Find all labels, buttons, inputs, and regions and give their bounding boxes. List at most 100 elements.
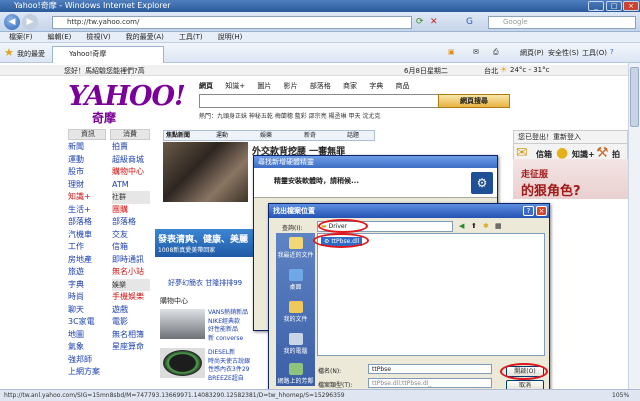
shop-link[interactable]: DIESEL新	[208, 349, 256, 358]
print-icon[interactable]: ⎙	[493, 48, 499, 57]
feed-icon[interactable]: ▣	[448, 48, 455, 56]
shop-link[interactable]: BREEZE超自	[208, 375, 256, 384]
news-tab[interactable]: 新奇	[304, 131, 316, 140]
search-tab[interactable]: 知識+	[225, 82, 245, 90]
place-desktop[interactable]: 桌面	[276, 269, 315, 291]
nav-link[interactable]: 無名小站	[112, 266, 150, 279]
nav-link[interactable]: 3C家電	[68, 316, 104, 329]
search-tab[interactable]: 商品	[396, 82, 410, 90]
promo-banner[interactable]: 發表清爽、健康、美麗 1008新真愛美帶回家	[155, 229, 265, 257]
news-photo[interactable]	[163, 142, 248, 202]
view-menu-icon[interactable]: ▦	[495, 222, 502, 230]
nav-link[interactable]: 交友	[112, 229, 150, 242]
nav-link[interactable]: 時尚	[68, 291, 104, 304]
filetype-select[interactable]: ttPbse.dll;ttPbse.dl_	[368, 378, 492, 388]
place-computer[interactable]: 我的電腦	[276, 333, 315, 355]
place-documents[interactable]: 我的文件	[276, 301, 315, 323]
fun-link[interactable]: 好夢幻簡衣 甘隆排排99	[168, 278, 242, 288]
minimize-button[interactable]: _	[588, 1, 604, 11]
watch-image[interactable]	[160, 348, 205, 378]
login-link[interactable]: 您已登出！重新登入	[514, 131, 627, 144]
nav-link[interactable]: 遊戲	[112, 304, 150, 317]
search-tab[interactable]: 部落格	[310, 82, 331, 90]
place-network[interactable]: 網路上的芳鄰	[276, 363, 315, 385]
vertical-scrollbar[interactable]	[628, 63, 640, 389]
new-folder-icon[interactable]: ✱	[483, 222, 489, 230]
nav-link[interactable]: 團購	[112, 204, 150, 217]
up-folder-icon[interactable]: ⬆	[471, 222, 477, 230]
zoom-level[interactable]: 105%	[612, 390, 629, 401]
search-tab[interactable]: 網頁	[199, 82, 213, 90]
shop-link[interactable]: VANS熱銷新品	[208, 309, 256, 318]
nav-link[interactable]: 購物中心	[112, 166, 150, 179]
star-icon[interactable]: ★	[4, 46, 14, 59]
help-button[interactable]: ?	[523, 206, 534, 216]
nav-link[interactable]: 汽機車	[68, 229, 104, 242]
search-tab[interactable]: 商家	[343, 82, 357, 90]
nav-link[interactable]: 即時通訊	[112, 254, 150, 267]
favorites-button[interactable]: 我的最愛	[17, 49, 45, 59]
shop-link[interactable]: 時尚天使古說銀	[208, 358, 256, 367]
nav-link[interactable]: 旅遊	[68, 266, 104, 279]
shop-link[interactable]: 性感內衣3件29	[208, 366, 256, 375]
place-recent[interactable]: 我最近的文件	[276, 237, 315, 259]
filename-input[interactable]: ttPbse	[368, 364, 492, 374]
search-tab[interactable]: 圖片	[257, 82, 271, 90]
menu-help[interactable]: 說明(H)	[218, 33, 243, 41]
nav-link[interactable]: 聊天	[68, 304, 104, 317]
nav-link[interactable]: 新聞	[68, 141, 104, 154]
back-folder-icon[interactable]: ◀	[459, 222, 464, 230]
nav-link[interactable]: 手機娛樂	[112, 291, 150, 304]
nav-link[interactable]: 房地產	[68, 254, 104, 267]
nav-link[interactable]: 工作	[68, 241, 104, 254]
nav-link[interactable]: 星座算命	[112, 341, 150, 354]
nav-link[interactable]: 股市	[68, 166, 104, 179]
news-tab[interactable]: 話題	[347, 131, 359, 140]
news-tab[interactable]: 焦點新聞	[166, 131, 190, 140]
nav-link[interactable]: 部落格	[68, 216, 104, 229]
weather-city[interactable]: 台北	[484, 66, 498, 76]
tools-menu[interactable]: 工具(O)	[582, 48, 607, 58]
search-tab[interactable]: 字典	[369, 82, 383, 90]
shop-link[interactable]: NIKE經典款	[208, 318, 256, 327]
refresh-icon[interactable]: ⟳	[416, 17, 424, 27]
nav-link[interactable]: 拍賣	[112, 141, 150, 154]
yahoo-logo[interactable]: YAHOO!	[68, 81, 186, 112]
yahoo-search-button[interactable]: 網頁搜尋	[438, 94, 510, 108]
safety-menu[interactable]: 安全性(S)	[548, 48, 579, 58]
scroll-thumb[interactable]	[630, 67, 639, 127]
news-tab[interactable]: 娛樂	[260, 131, 272, 140]
shoes-image[interactable]	[160, 309, 205, 339]
stop-icon[interactable]: ✕	[430, 17, 438, 27]
nav-link[interactable]: 運動	[68, 154, 104, 167]
nav-link[interactable]: ATM	[112, 179, 150, 192]
maximize-button[interactable]: □	[606, 1, 622, 11]
forward-button[interactable]: ▶	[22, 14, 38, 30]
nav-link[interactable]: 信箱	[112, 241, 150, 254]
nav-link[interactable]: 氣象	[68, 341, 104, 354]
side-ad[interactable]: 走征服 的狠角色?	[513, 159, 628, 199]
nav-link[interactable]: 部落格	[112, 216, 150, 229]
nav-link[interactable]: 字典	[68, 279, 104, 292]
nav-link[interactable]: 地圖	[68, 329, 104, 342]
close-window-button[interactable]: ×	[623, 1, 639, 11]
shop-link[interactable]: 好性能新品	[208, 326, 256, 335]
help-icon[interactable]: ?	[610, 48, 614, 56]
hot-keywords[interactable]: 熱門：九頭身正妹 神秘五乾 梅蘭穗 藍彩 邵宗亮 楊丞琳 甲天 沈尤克	[199, 111, 380, 120]
nav-link[interactable]: 娛樂	[112, 278, 150, 291]
nav-link[interactable]: 社群	[112, 191, 150, 204]
nav-link[interactable]: 強邦師	[68, 354, 104, 367]
nav-link[interactable]: 無名相簿	[112, 329, 150, 342]
menu-favorites[interactable]: 我的最愛(A)	[126, 33, 164, 41]
file-list[interactable]: ⚙ ttPbse.dll	[317, 233, 545, 356]
search-input[interactable]: Google	[488, 16, 636, 29]
nav-link[interactable]: 上網方案	[68, 366, 104, 379]
menu-tools[interactable]: 工具(T)	[179, 33, 203, 41]
address-input[interactable]: http://tw.yahoo.com/	[52, 16, 412, 29]
mail-icon[interactable]: ✉	[473, 48, 479, 56]
page-menu[interactable]: 網頁(P)	[520, 48, 544, 58]
menu-edit[interactable]: 編輯(E)	[48, 33, 72, 41]
shop-link[interactable]: 新 converse	[208, 335, 256, 344]
search-provider-icon[interactable]: G	[466, 17, 473, 27]
tab-yahoo[interactable]: Yahoo!奇摩	[52, 46, 164, 63]
